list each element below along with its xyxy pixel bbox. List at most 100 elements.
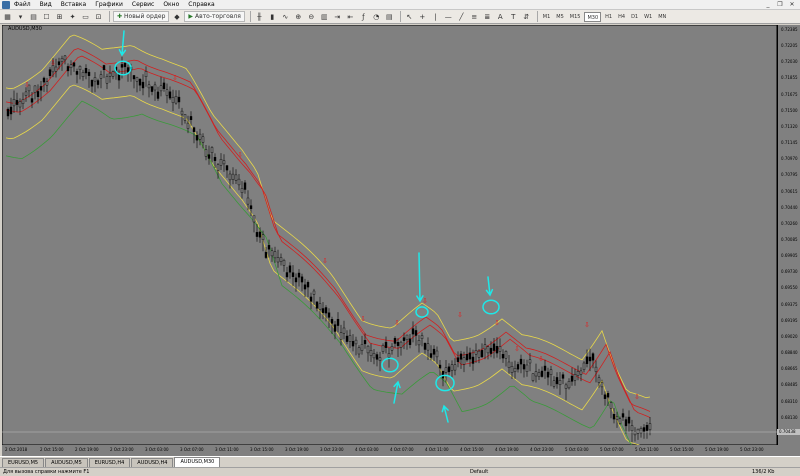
label-icon[interactable]: T <box>508 11 519 22</box>
restore-icon[interactable]: ❐ <box>776 1 784 9</box>
menu-charts[interactable]: Графики <box>95 0 123 10</box>
candle-body <box>333 324 337 332</box>
menu-view[interactable]: Вид <box>40 0 52 10</box>
timeframe-m15[interactable]: M15 <box>568 12 583 22</box>
candle-body <box>243 182 247 190</box>
trendline-icon[interactable]: ╱ <box>456 11 467 22</box>
bar-chart-icon[interactable]: ╫ <box>254 11 265 22</box>
window-controls: _ ❐ ✕ <box>764 1 796 9</box>
menu-tools[interactable]: Сервис <box>132 0 154 10</box>
cursor-icon[interactable]: ↖ <box>404 11 415 22</box>
candle-body <box>87 71 91 76</box>
menu-window[interactable]: Окно <box>163 0 179 10</box>
arrows-icon[interactable]: ⇵ <box>521 11 532 22</box>
indicators-icon[interactable]: ƒ <box>358 11 369 22</box>
candle-body <box>183 114 187 121</box>
timeframe-m5[interactable]: M5 <box>554 12 566 22</box>
candle-body <box>618 418 622 424</box>
candlestick-icon[interactable]: ▮ <box>267 11 278 22</box>
chart-window-icon[interactable]: ▤ <box>28 11 39 22</box>
price-axis[interactable]: 0.72385 0.72205 0.72030 0.71855 0.71675 0.715… <box>777 25 800 445</box>
templates-icon[interactable]: ▤ <box>384 11 395 22</box>
timeframe-h1[interactable]: H1 <box>603 12 614 22</box>
profiles-icon[interactable]: ▾ <box>15 11 26 22</box>
candle-body <box>135 77 139 82</box>
candle-body <box>306 282 310 288</box>
candle-body <box>120 64 124 68</box>
candle-body <box>156 91 160 99</box>
vertical-line-icon[interactable]: | <box>430 11 441 22</box>
tab-audusd-h4[interactable]: AUDUSD,H4 <box>131 458 174 467</box>
tab-audusd-m5[interactable]: AUDUSD,M5 <box>45 458 88 467</box>
timeframe-mn[interactable]: MN <box>656 12 668 22</box>
candle-body <box>84 68 88 74</box>
new-chart-icon[interactable]: ▦ <box>2 11 13 22</box>
candle-body <box>213 156 217 161</box>
terminal-icon[interactable]: ▭ <box>80 11 91 22</box>
timeframe-d1[interactable]: D1 <box>629 12 640 22</box>
candle-body <box>552 380 556 387</box>
candle-body <box>318 303 322 310</box>
periods-icon[interactable]: ◔ <box>371 11 382 22</box>
metaeditor-icon[interactable]: ◆ <box>171 11 182 22</box>
close-icon[interactable]: ✕ <box>788 1 796 9</box>
price-axis-label: 0.71320 <box>781 123 798 129</box>
new-order-button[interactable]: ✚ Новый ордер <box>113 11 170 22</box>
candle-body <box>21 99 25 104</box>
timeframe-w1[interactable]: W1 <box>642 12 654 22</box>
tester-icon[interactable]: ⊡ <box>93 11 104 22</box>
minimize-icon[interactable]: _ <box>764 1 772 9</box>
price-axis-label: 0.70795 <box>781 172 798 178</box>
time-axis-label: 3 Oct 23:00 <box>320 447 344 452</box>
candle-body <box>219 158 223 166</box>
auto-scroll-icon[interactable]: ⇥ <box>332 11 343 22</box>
market-watch-icon[interactable]: ☐ <box>41 11 52 22</box>
tile-windows-icon[interactable]: ▥ <box>319 11 330 22</box>
timeframe-m30[interactable]: M30 <box>584 11 602 22</box>
zoom-in-icon[interactable]: ⊕ <box>293 11 304 22</box>
channel-icon[interactable]: ≡ <box>469 11 480 22</box>
candle-body <box>435 350 439 358</box>
timeframe-h4[interactable]: H4 <box>616 12 627 22</box>
autotrading-label: Авто-торговля <box>195 13 241 20</box>
candle-body <box>132 75 136 80</box>
menu-help[interactable]: Справка <box>188 0 214 10</box>
navigator-icon[interactable]: ✦ <box>67 11 78 22</box>
data-window-icon[interactable]: ⊞ <box>54 11 65 22</box>
candle-body <box>612 414 616 420</box>
crosshair-icon[interactable]: + <box>417 11 428 22</box>
price-axis-label: 0.68485 <box>781 382 798 388</box>
fibonacci-icon[interactable]: ≣ <box>482 11 493 22</box>
candle-body <box>585 356 589 364</box>
tab-eurusd-h4[interactable]: EURUSD,H4 <box>88 458 131 467</box>
time-axis-label: 2 Oct 19:00 <box>75 447 99 452</box>
horizontal-line-icon[interactable]: — <box>443 11 454 22</box>
menu-insert[interactable]: Вставка <box>61 0 86 10</box>
line-chart-icon[interactable]: ∿ <box>280 11 291 22</box>
candle-body <box>453 364 457 371</box>
candle-body <box>354 339 358 345</box>
candle-body <box>561 374 565 379</box>
tab-audusd-m30[interactable]: AUDUSD,M30 <box>174 457 221 467</box>
autotrading-button[interactable]: ▶ Авто-торговля <box>184 11 245 22</box>
candle-body <box>144 71 148 78</box>
time-axis[interactable]: 2 Oct 2018 2 Oct 15:00 2 Oct 19:00 2 Oct 23… <box>2 445 800 456</box>
timeframe-m1[interactable]: M1 <box>541 12 553 22</box>
time-axis-label: 5 Oct 11:00 <box>635 447 659 452</box>
text-icon[interactable]: A <box>495 11 506 22</box>
candle-body <box>480 350 484 358</box>
candle-body <box>459 353 463 360</box>
price-axis-label: 0.69375 <box>781 301 798 307</box>
candle-body <box>276 257 280 263</box>
sell-arrow-marker: ⇩ <box>514 345 520 353</box>
price-chart[interactable]: ⇩ ⇩ ⇩ ⇩ ⇩ ⇩ ⇩ ⇩ ⇩ ⇩ ⇩ ⇩ ⇩ ⇩ <box>2 25 777 445</box>
zoom-out-icon[interactable]: ⊖ <box>306 11 317 22</box>
candle-body <box>558 380 562 386</box>
menu-file[interactable]: Файл <box>14 0 31 10</box>
status-bar: Для вызова справки нажмите F1 Default 13… <box>0 467 800 475</box>
chart-area[interactable]: ⇩ ⇩ ⇩ ⇩ ⇩ ⇩ ⇩ ⇩ ⇩ ⇩ ⇩ ⇩ ⇩ ⇩ AUDUSD,M30 <box>2 25 777 445</box>
tab-eurusd-m5[interactable]: EURUSD,M5 <box>2 458 45 467</box>
chart-shift-icon[interactable]: ⇤ <box>345 11 356 22</box>
candle-body <box>504 351 508 359</box>
candle-body <box>255 232 259 237</box>
